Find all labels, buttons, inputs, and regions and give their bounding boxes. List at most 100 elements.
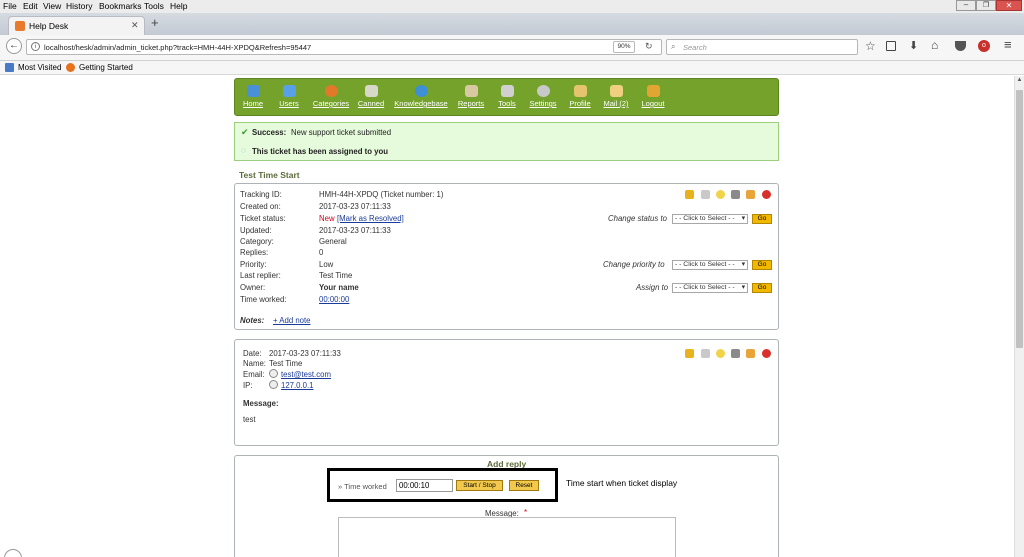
nav-knowledgebase[interactable]: Knowledgebase — [393, 85, 449, 108]
lock-icon[interactable] — [685, 190, 694, 199]
ticket-subject: Test Time Start — [239, 170, 300, 180]
url-bar[interactable]: i localhost/hesk/admin/admin_ticket.php?… — [26, 39, 662, 55]
close-window-icon[interactable]: ✕ — [996, 0, 1022, 11]
reply-message-textarea[interactable] — [338, 517, 676, 557]
back-arrow-icon[interactable]: ← — [6, 38, 22, 54]
status-go-button[interactable]: Go — [752, 214, 772, 224]
nav-home[interactable]: Home — [242, 85, 264, 108]
success-text: New support ticket submitted — [291, 128, 392, 137]
priority-select[interactable]: - - Click to Select - - ▾ — [672, 260, 748, 270]
nav-mail[interactable]: Mail (2) — [601, 85, 631, 108]
success-label: Success: — [252, 128, 287, 137]
tracking-id: HMH-44H-XPDQ (Ticket number: 1) — [319, 190, 444, 199]
edit-pencil-icon[interactable] — [746, 349, 755, 358]
ticket-details-panel: Tracking ID: HMH-44H-XPDQ (Ticket number… — [234, 183, 779, 330]
restore-icon[interactable]: ❐ — [976, 0, 996, 11]
assign-go-button[interactable]: Go — [752, 283, 772, 293]
status-select[interactable]: - - Click to Select - - ▾ — [672, 214, 748, 224]
last-replier-value: Test Time — [319, 271, 353, 280]
menu-history[interactable]: History — [66, 1, 92, 11]
bookmark-star-icon[interactable]: ☆ — [865, 39, 876, 53]
name-label: Name: — [243, 359, 266, 368]
menu-help[interactable]: Help — [170, 1, 187, 11]
lock-icon[interactable] — [685, 349, 694, 358]
nav-settings[interactable]: Settings — [527, 85, 559, 108]
zoom-level[interactable]: 90% — [613, 41, 635, 53]
menu-bookmarks[interactable]: Bookmarks — [99, 1, 142, 11]
reload-icon[interactable]: ↻ — [645, 41, 653, 52]
owner-label: Owner: — [240, 283, 266, 292]
tab-title: Help Desk — [29, 21, 69, 31]
hamburger-menu-icon[interactable]: ≡ — [1004, 37, 1012, 52]
annotation-text: Time start when ticket display — [566, 478, 678, 488]
required-mark: * — [524, 508, 528, 517]
comment-icon: ◌ — [241, 146, 246, 155]
nav-tools[interactable]: Tools — [495, 85, 519, 108]
bookmarks-toolbar: Most Visited Getting Started — [0, 61, 1024, 75]
date-value: 2017-03-23 07:11:33 — [269, 349, 341, 358]
email-link[interactable]: test@test.com — [281, 370, 331, 379]
replies-value: 0 — [319, 248, 324, 257]
bookmark-getting-started[interactable]: Getting Started — [79, 63, 133, 72]
start-stop-button[interactable]: Start / Stop — [456, 480, 503, 491]
tracking-id-label: Tracking ID: — [240, 190, 282, 199]
tag-icon[interactable] — [701, 349, 710, 358]
ip-link[interactable]: 127.0.0.1 — [281, 381, 314, 390]
time-worked-label: Time worked: — [240, 295, 287, 304]
menu-view[interactable]: View — [43, 1, 61, 11]
info-icon[interactable]: i — [31, 42, 40, 51]
download-icon[interactable]: ⬇ — [909, 39, 918, 52]
search-bar[interactable]: ⌕ Search — [666, 39, 858, 55]
assign-select[interactable]: - - Click to Select - - ▾ — [672, 283, 748, 293]
nav-reports[interactable]: Reports — [456, 85, 486, 108]
library-icon[interactable] — [886, 41, 896, 51]
helpdesk-nav: Home Users Categories Canned Knowledgeba… — [234, 78, 779, 116]
created-value: 2017-03-23 07:11:33 — [319, 202, 391, 211]
print-icon[interactable] — [731, 190, 740, 199]
message-label: Message: — [243, 399, 279, 408]
menu-file[interactable]: File — [3, 1, 17, 11]
nav-canned[interactable]: Canned — [357, 85, 385, 108]
menu-tools[interactable]: Tools — [144, 1, 164, 11]
replies-label: Replies: — [240, 248, 269, 257]
lightbulb-icon[interactable] — [716, 349, 725, 358]
menu-edit[interactable]: Edit — [23, 1, 38, 11]
categories-icon — [324, 85, 338, 97]
priority-value: Low — [319, 260, 334, 269]
time-worked-input[interactable]: 00:00:10 — [396, 479, 453, 492]
nav-logout[interactable]: Logout — [639, 85, 667, 108]
mark-resolved-link[interactable]: [Mark as Resolved] — [337, 214, 404, 223]
nav-categories[interactable]: Categories — [311, 85, 351, 108]
print-icon[interactable] — [731, 349, 740, 358]
nav-profile[interactable]: Profile — [567, 85, 593, 108]
minimize-icon[interactable]: – — [956, 0, 976, 11]
add-note-link[interactable]: + Add note — [273, 316, 311, 325]
profile-icon — [573, 85, 587, 97]
tab-close-icon[interactable]: ✕ — [131, 20, 139, 31]
tag-icon[interactable] — [701, 190, 710, 199]
addon-icon[interactable]: o — [978, 40, 990, 52]
time-worked-link[interactable]: 00:00:00 — [319, 295, 349, 304]
priority-go-button[interactable]: Go — [752, 260, 772, 270]
firefox-icon — [66, 63, 75, 72]
check-icon: ✔ — [241, 127, 249, 137]
url-text: localhost/hesk/admin/admin_ticket.php?tr… — [44, 43, 312, 52]
lightbulb-icon[interactable] — [716, 190, 725, 199]
category-value: General — [319, 237, 347, 246]
ip-label: IP: — [243, 381, 253, 390]
most-visited-icon — [5, 63, 14, 72]
edit-pencil-icon[interactable] — [746, 190, 755, 199]
reset-button[interactable]: Reset — [509, 480, 539, 491]
updated-value: 2017-03-23 07:11:33 — [319, 226, 391, 235]
nav-users[interactable]: Users — [277, 85, 301, 108]
message-body: test — [243, 415, 256, 424]
status-label: Ticket status: — [240, 214, 286, 223]
delete-icon[interactable] — [762, 190, 771, 199]
home-icon[interactable]: ⌂ — [931, 38, 938, 52]
scrollbar-thumb[interactable] — [1016, 90, 1023, 348]
delete-icon[interactable] — [762, 349, 771, 358]
bookmark-most-visited[interactable]: Most Visited — [18, 63, 61, 72]
browser-tab[interactable]: Help Desk ✕ — [8, 16, 145, 35]
page-scrollbar[interactable]: ▲ — [1014, 76, 1024, 557]
new-tab-icon[interactable]: + — [151, 15, 159, 30]
